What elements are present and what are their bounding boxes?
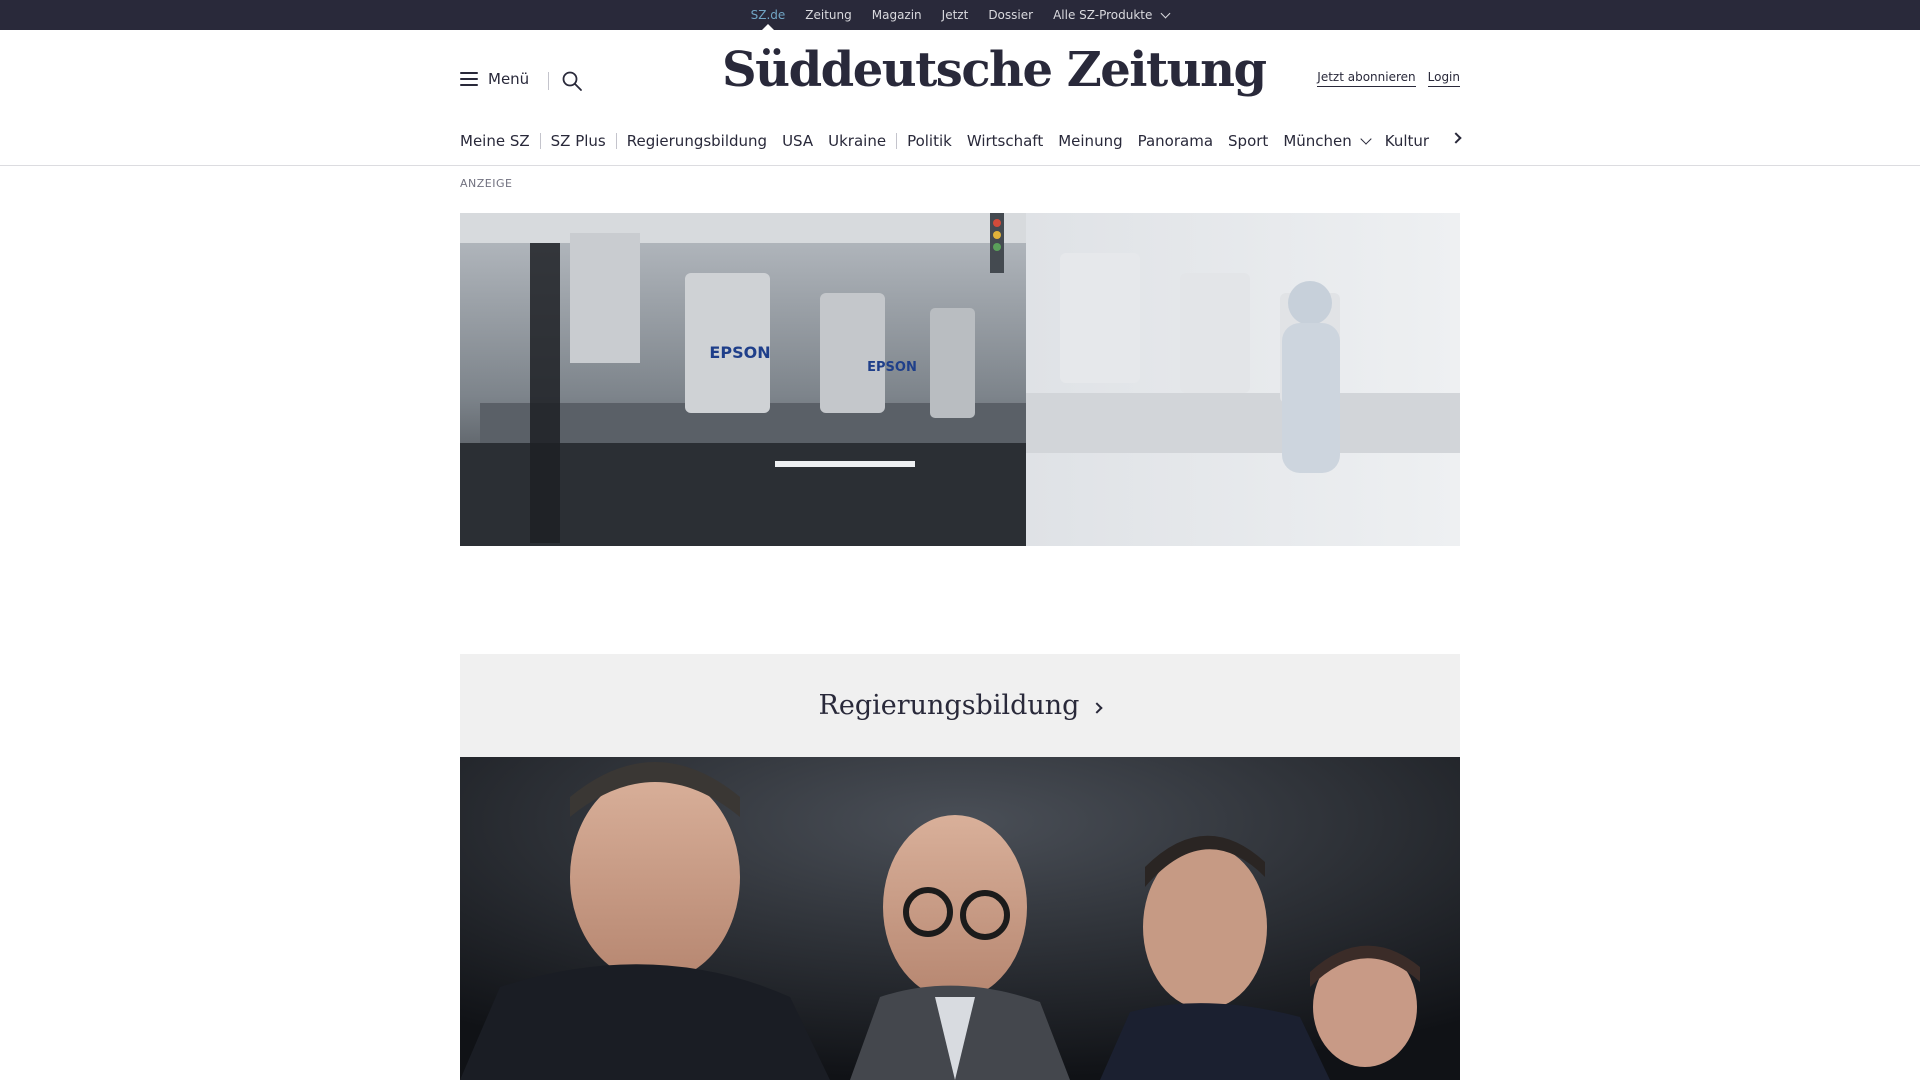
section-header[interactable]: Regierungsbildung	[460, 654, 1460, 757]
product-link-zeitung[interactable]: Zeitung	[805, 0, 851, 30]
ad-factory-image: EPSON EPSON	[460, 213, 1460, 546]
search-icon	[562, 71, 582, 91]
nav-item-wirtschaft[interactable]: Wirtschaft	[967, 132, 1058, 150]
lead-article-image[interactable]	[460, 757, 1460, 1080]
nav-divider	[896, 133, 898, 149]
menu-button[interactable]: Menü	[460, 70, 529, 88]
menu-divider	[548, 72, 549, 90]
ad-brand-text: EPSON	[867, 360, 917, 375]
nav-item-ukraine[interactable]: Ukraine	[828, 132, 901, 150]
nav-item-politik[interactable]: Politik	[907, 132, 967, 150]
nav-item-kultur[interactable]: Kultur	[1385, 132, 1444, 150]
nav-item-regierungsbildung[interactable]: Regierungsbildung	[627, 132, 782, 150]
nav-item-meine-sz[interactable]: Meine SZ	[460, 132, 545, 150]
chevron-down-icon	[1160, 8, 1171, 18]
nav-item-usa[interactable]: USA	[782, 132, 828, 150]
ad-brand-text: EPSON	[709, 343, 770, 362]
nav-item-muenchen[interactable]: München	[1283, 132, 1384, 150]
hamburger-icon	[460, 72, 478, 86]
chevron-right-icon	[1091, 701, 1104, 714]
product-bar: SZ.de Zeitung Magazin Jetzt Dossier Alle…	[0, 0, 1920, 30]
product-link-alle-produkte-label: Alle SZ-Produkte	[1053, 8, 1153, 22]
nav-item-sz-plus[interactable]: SZ Plus	[551, 132, 621, 150]
product-link-alle-produkte[interactable]: Alle SZ-Produkte	[1053, 0, 1171, 30]
nav-item-sport[interactable]: Sport	[1228, 132, 1283, 150]
search-button[interactable]	[561, 70, 583, 92]
subscribe-link[interactable]: Jetzt abonnieren	[1317, 70, 1416, 87]
product-link-magazin[interactable]: Magazin	[872, 0, 922, 30]
site-logo[interactable]: Süddeutsche Zeitung	[722, 42, 1267, 98]
chevron-down-icon	[1360, 133, 1372, 145]
nav-divider	[539, 133, 541, 149]
section-title: Regierungsbildung	[818, 690, 1080, 721]
nav-item-muenchen-label: München	[1283, 132, 1352, 150]
login-link[interactable]: Login	[1427, 70, 1460, 87]
product-link-jetzt[interactable]: Jetzt	[942, 0, 969, 30]
product-link-dossier[interactable]: Dossier	[988, 0, 1033, 30]
nav-item-panorama[interactable]: Panorama	[1138, 132, 1228, 150]
header-actions: Jetzt abonnieren Login	[1317, 70, 1460, 87]
nav-item-meinung[interactable]: Meinung	[1058, 132, 1137, 150]
lead-photo	[460, 757, 1460, 1080]
ad-label: ANZEIGE	[460, 177, 513, 190]
ressort-nav: Meine SZ SZ Plus Regierungsbildung USA U…	[460, 128, 1460, 154]
product-link-sz-de[interactable]: SZ.de	[751, 0, 785, 30]
site-header: Menü Süddeutsche Zeitung Jetzt abonniere…	[460, 30, 1460, 136]
header-divider	[0, 165, 1920, 166]
menu-label: Menü	[488, 70, 530, 88]
ad-banner[interactable]: EPSON EPSON	[460, 213, 1460, 546]
nav-divider	[615, 133, 617, 149]
